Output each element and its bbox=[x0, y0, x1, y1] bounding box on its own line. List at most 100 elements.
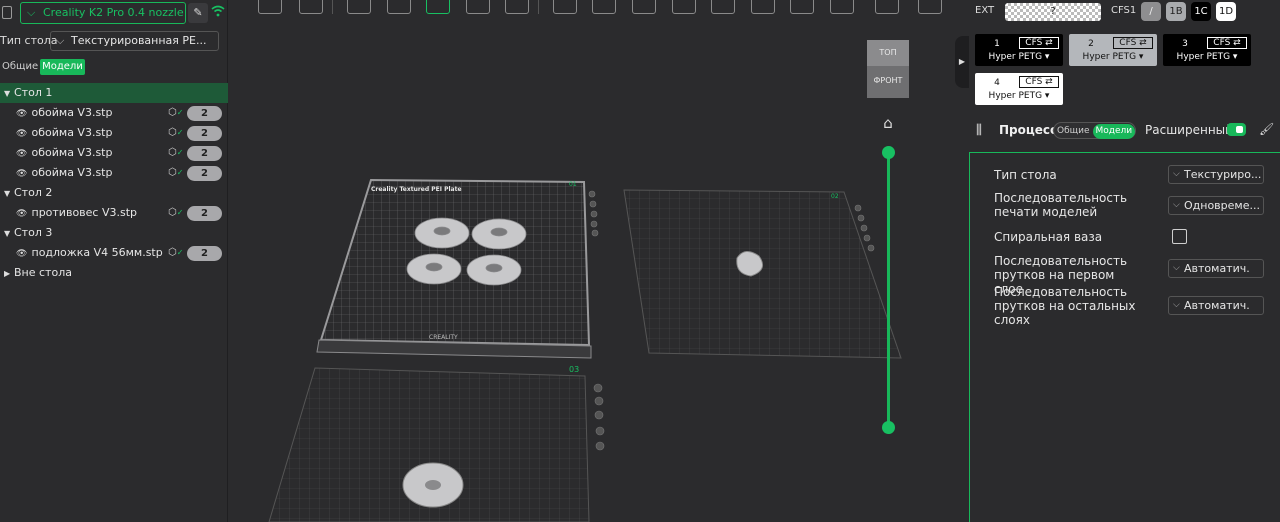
tab-models[interactable]: Модели bbox=[40, 59, 85, 75]
tree-plate[interactable]: ▼ Стол 2 bbox=[0, 183, 228, 203]
object-settings-icon[interactable]: ⬡✓ bbox=[168, 243, 183, 263]
object-settings-icon[interactable]: ⬡✓ bbox=[168, 143, 183, 163]
add-plate-button[interactable] bbox=[299, 0, 323, 14]
filament-number: 3 bbox=[1182, 39, 1188, 49]
seam-paint-button[interactable] bbox=[790, 0, 814, 14]
layout-button[interactable] bbox=[426, 0, 450, 14]
object-settings-icon[interactable]: ⬡✓ bbox=[168, 103, 183, 123]
filament-slot-2[interactable]: 2 CFS ⇄ Hyper PETG ▾ bbox=[1069, 34, 1157, 66]
eye-icon[interactable]: 👁 bbox=[16, 144, 28, 164]
add-object-button[interactable] bbox=[258, 0, 282, 14]
expand-triangle-icon[interactable]: ▼ bbox=[4, 224, 14, 244]
model-substrate[interactable] bbox=[402, 462, 464, 508]
3d-viewport[interactable]: Creality Textured PEI Plate 01 CREALITY … bbox=[229, 18, 969, 522]
filament-slot-4[interactable]: 4 CFS ⇄ Hyper PETG ▾ bbox=[975, 73, 1063, 105]
ext-slot[interactable]: ? bbox=[1005, 3, 1101, 21]
advanced-toggle[interactable] bbox=[1227, 123, 1246, 136]
sliders-icon: ⫼ bbox=[976, 123, 982, 138]
expand-triangle-icon[interactable]: ▼ bbox=[4, 184, 14, 204]
count-badge[interactable]: 2 bbox=[187, 146, 222, 161]
print-sequence-select[interactable]: ⌵ Одновреме... bbox=[1168, 196, 1264, 215]
scale-button[interactable] bbox=[632, 0, 656, 14]
filament-material[interactable]: Hyper PETG ▾ bbox=[975, 91, 1063, 101]
collapse-sidebar-button[interactable]: ▶ bbox=[955, 36, 969, 88]
caret-down-icon: ▾ bbox=[1232, 52, 1238, 62]
cfs-slot-empty[interactable]: / bbox=[1141, 2, 1161, 21]
layer-slider[interactable] bbox=[887, 152, 890, 428]
filament-material[interactable]: Hyper PETG ▾ bbox=[1069, 52, 1157, 62]
cut-button[interactable] bbox=[711, 0, 735, 14]
count-badge[interactable]: 2 bbox=[187, 106, 222, 121]
chevron-down-icon: ⌵ bbox=[56, 34, 65, 47]
cfs-slot-1d[interactable]: 1D bbox=[1216, 2, 1236, 21]
filament-source-row: EXT ? CFS1 / 1B 1C 1D bbox=[975, 2, 1275, 22]
eye-icon[interactable]: 👁 bbox=[16, 124, 28, 144]
bed-type-select[interactable]: ⌵ Текстурированная PE... bbox=[50, 31, 219, 51]
assembly-button[interactable] bbox=[918, 0, 942, 14]
rotate-button[interactable] bbox=[592, 0, 616, 14]
filament-cfs-tag[interactable]: CFS ⇄ bbox=[1019, 37, 1059, 49]
pencil-icon: ✎ bbox=[193, 6, 203, 19]
tree-item[interactable]: 👁 подложка V4 56мм.stp ⬡✓ 2 bbox=[0, 243, 228, 263]
filament-material[interactable]: Hyper PETG ▾ bbox=[1163, 52, 1251, 62]
tree-item[interactable]: 👁 обойма V3.stp ⬡✓ 2 bbox=[0, 163, 228, 183]
count-badge[interactable]: 2 bbox=[187, 246, 222, 261]
filament-slot-3[interactable]: 3 CFS ⇄ Hyper PETG ▾ bbox=[1163, 34, 1251, 66]
eye-icon[interactable]: 👁 bbox=[16, 244, 28, 264]
home-icon[interactable]: ⌂ bbox=[879, 114, 897, 132]
tree-item[interactable]: 👁 противовес V3.stp ⬡✓ 2 bbox=[0, 203, 228, 223]
first-layer-filament-order-select[interactable]: ⌵ Автоматич. bbox=[1168, 259, 1264, 278]
process-tab-models[interactable]: Модели bbox=[1092, 124, 1136, 139]
layer-slider-top-handle[interactable] bbox=[882, 146, 895, 159]
orient-button[interactable] bbox=[347, 0, 371, 14]
cfs-slot-1c[interactable]: 1C bbox=[1191, 2, 1211, 21]
arrange-button[interactable] bbox=[387, 0, 411, 14]
printer-select[interactable]: ⌵ Creality K2 Pro 0.4 nozzle bbox=[20, 2, 186, 24]
variable-height-button[interactable] bbox=[505, 0, 529, 14]
toolbar-separator bbox=[332, 0, 333, 14]
tree-item[interactable]: 👁 обойма V3.stp ⬡✓ 2 bbox=[0, 103, 228, 123]
count-badge[interactable]: 2 bbox=[187, 126, 222, 141]
split-button[interactable] bbox=[466, 0, 490, 14]
filament-material[interactable]: Hyper PETG ▾ bbox=[975, 52, 1063, 62]
tab-general[interactable]: Общие bbox=[0, 59, 40, 75]
eye-icon[interactable]: 👁 bbox=[16, 104, 28, 124]
filament-cfs-tag[interactable]: CFS ⇄ bbox=[1019, 76, 1059, 88]
lay-on-face-button[interactable] bbox=[672, 0, 696, 14]
other-layers-filament-order-select[interactable]: ⌵ Автоматич. bbox=[1168, 296, 1264, 315]
view-cube-front[interactable]: ФРОНТ bbox=[867, 66, 909, 98]
collapse-triangle-icon[interactable]: ▶ bbox=[4, 264, 14, 284]
chevron-down-icon: ⌵ bbox=[1173, 300, 1180, 310]
eye-icon[interactable]: 👁 bbox=[16, 164, 28, 184]
filament-cfs-tag[interactable]: CFS ⇄ bbox=[1113, 37, 1153, 49]
object-settings-icon[interactable]: ⬡✓ bbox=[168, 163, 183, 183]
tree-item[interactable]: 👁 обойма V3.stp ⬡✓ 2 bbox=[0, 123, 228, 143]
expand-triangle-icon[interactable]: ▼ bbox=[4, 84, 14, 104]
color-paint-button[interactable] bbox=[830, 0, 854, 14]
edit-printer-button[interactable]: ✎ bbox=[188, 3, 208, 23]
eye-icon[interactable]: 👁 bbox=[16, 204, 28, 224]
count-badge[interactable]: 2 bbox=[187, 206, 222, 221]
wifi-icon[interactable] bbox=[210, 5, 226, 21]
spiral-vase-checkbox[interactable] bbox=[1172, 229, 1187, 244]
cfs-slot-1b[interactable]: 1B bbox=[1166, 2, 1186, 21]
process-tab-general[interactable]: Общие bbox=[1054, 124, 1093, 139]
tree-item[interactable]: 👁 обойма V3.stp ⬡✓ 2 bbox=[0, 143, 228, 163]
support-paint-button[interactable] bbox=[751, 0, 775, 14]
count-badge[interactable]: 2 bbox=[187, 166, 222, 181]
filament-slot-1[interactable]: 1 CFS ⇄ Hyper PETG ▾ bbox=[975, 34, 1063, 66]
move-button[interactable] bbox=[553, 0, 577, 14]
tree-plate[interactable]: ▶ Вне стола bbox=[0, 263, 228, 283]
filament-cfs-tag[interactable]: CFS ⇄ bbox=[1207, 37, 1247, 49]
view-cube-top[interactable]: ТОП bbox=[867, 40, 909, 66]
measure-button[interactable] bbox=[875, 0, 899, 14]
object-settings-icon[interactable]: ⬡✓ bbox=[168, 123, 183, 143]
bed-type-setting-select[interactable]: ⌵ Текстуриро... bbox=[1168, 165, 1264, 184]
tree-plate[interactable]: ▼ Стол 1 bbox=[0, 83, 228, 103]
view-cube[interactable]: ТОП ФРОНТ bbox=[867, 40, 909, 98]
object-settings-icon[interactable]: ⬡✓ bbox=[168, 203, 183, 223]
material-label: Hyper PETG bbox=[988, 91, 1043, 101]
layer-slider-bottom-handle[interactable] bbox=[882, 421, 895, 434]
brush-icon[interactable]: 🖌 bbox=[1259, 122, 1274, 136]
tree-plate[interactable]: ▼ Стол 3 bbox=[0, 223, 228, 243]
